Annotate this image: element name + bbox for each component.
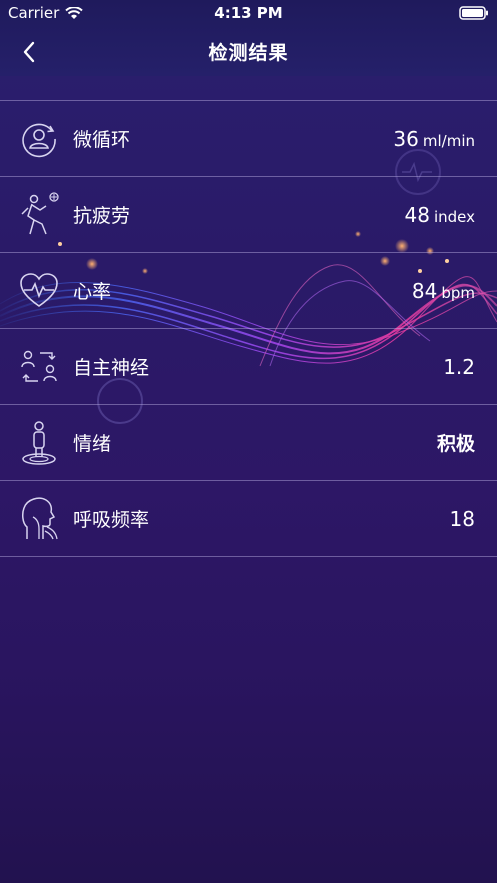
chevron-left-icon <box>23 41 35 63</box>
result-value: 36 ml/min <box>393 127 475 151</box>
result-label: 呼吸频率 <box>73 509 150 531</box>
status-time: 4:13 PM <box>214 4 283 22</box>
result-unit: ml/min <box>422 131 475 150</box>
result-number: 36 <box>393 126 419 151</box>
status-bar: Carrier 4:13 PM <box>0 0 497 26</box>
back-button[interactable] <box>14 38 44 66</box>
person-circle-icon <box>14 113 64 165</box>
result-row-heart-rate[interactable]: 心率 84 bpm <box>0 253 497 329</box>
result-number: 积极 <box>436 433 475 455</box>
result-label: 微循环 <box>73 129 131 151</box>
page-title: 检测结果 <box>208 41 289 64</box>
result-row-autonomic-nerve[interactable]: 自主神经 1.2 <box>0 329 497 405</box>
result-label: 自主神经 <box>73 357 150 379</box>
heartbeat-icon <box>14 265 64 317</box>
nerve-exchange-icon <box>14 341 64 393</box>
result-label: 心率 <box>73 281 112 303</box>
result-label: 抗疲劳 <box>73 205 131 227</box>
result-row-mood[interactable]: 情绪 积极 <box>0 405 497 481</box>
result-number: 84 <box>411 278 438 303</box>
result-row-anti-fatigue[interactable]: 抗疲劳 48 index <box>0 177 497 253</box>
battery-icon <box>459 6 489 24</box>
results-list: 微循环 36 ml/min 抗疲劳 48 index 心率 84 bpm 自主神… <box>0 100 497 557</box>
result-value: 1.2 <box>443 355 475 379</box>
runner-icon <box>14 189 64 241</box>
result-row-respiration[interactable]: 呼吸频率 18 <box>0 481 497 557</box>
result-row-microcirculation[interactable]: 微循环 36 ml/min <box>0 101 497 177</box>
result-unit: bpm <box>441 283 475 302</box>
result-value: 积极 <box>437 429 475 456</box>
result-label: 情绪 <box>73 433 112 455</box>
result-unit: index <box>433 207 475 226</box>
result-value: 18 <box>450 507 475 531</box>
result-number: 18 <box>449 506 475 531</box>
mood-person-icon <box>14 417 64 469</box>
result-value: 84 bpm <box>412 279 475 303</box>
result-value: 48 index <box>405 203 476 227</box>
navigation-bar: 检测结果 <box>0 26 497 76</box>
breathing-head-icon <box>14 493 64 545</box>
result-number: 1.2 <box>443 354 475 379</box>
result-number: 48 <box>404 202 430 227</box>
